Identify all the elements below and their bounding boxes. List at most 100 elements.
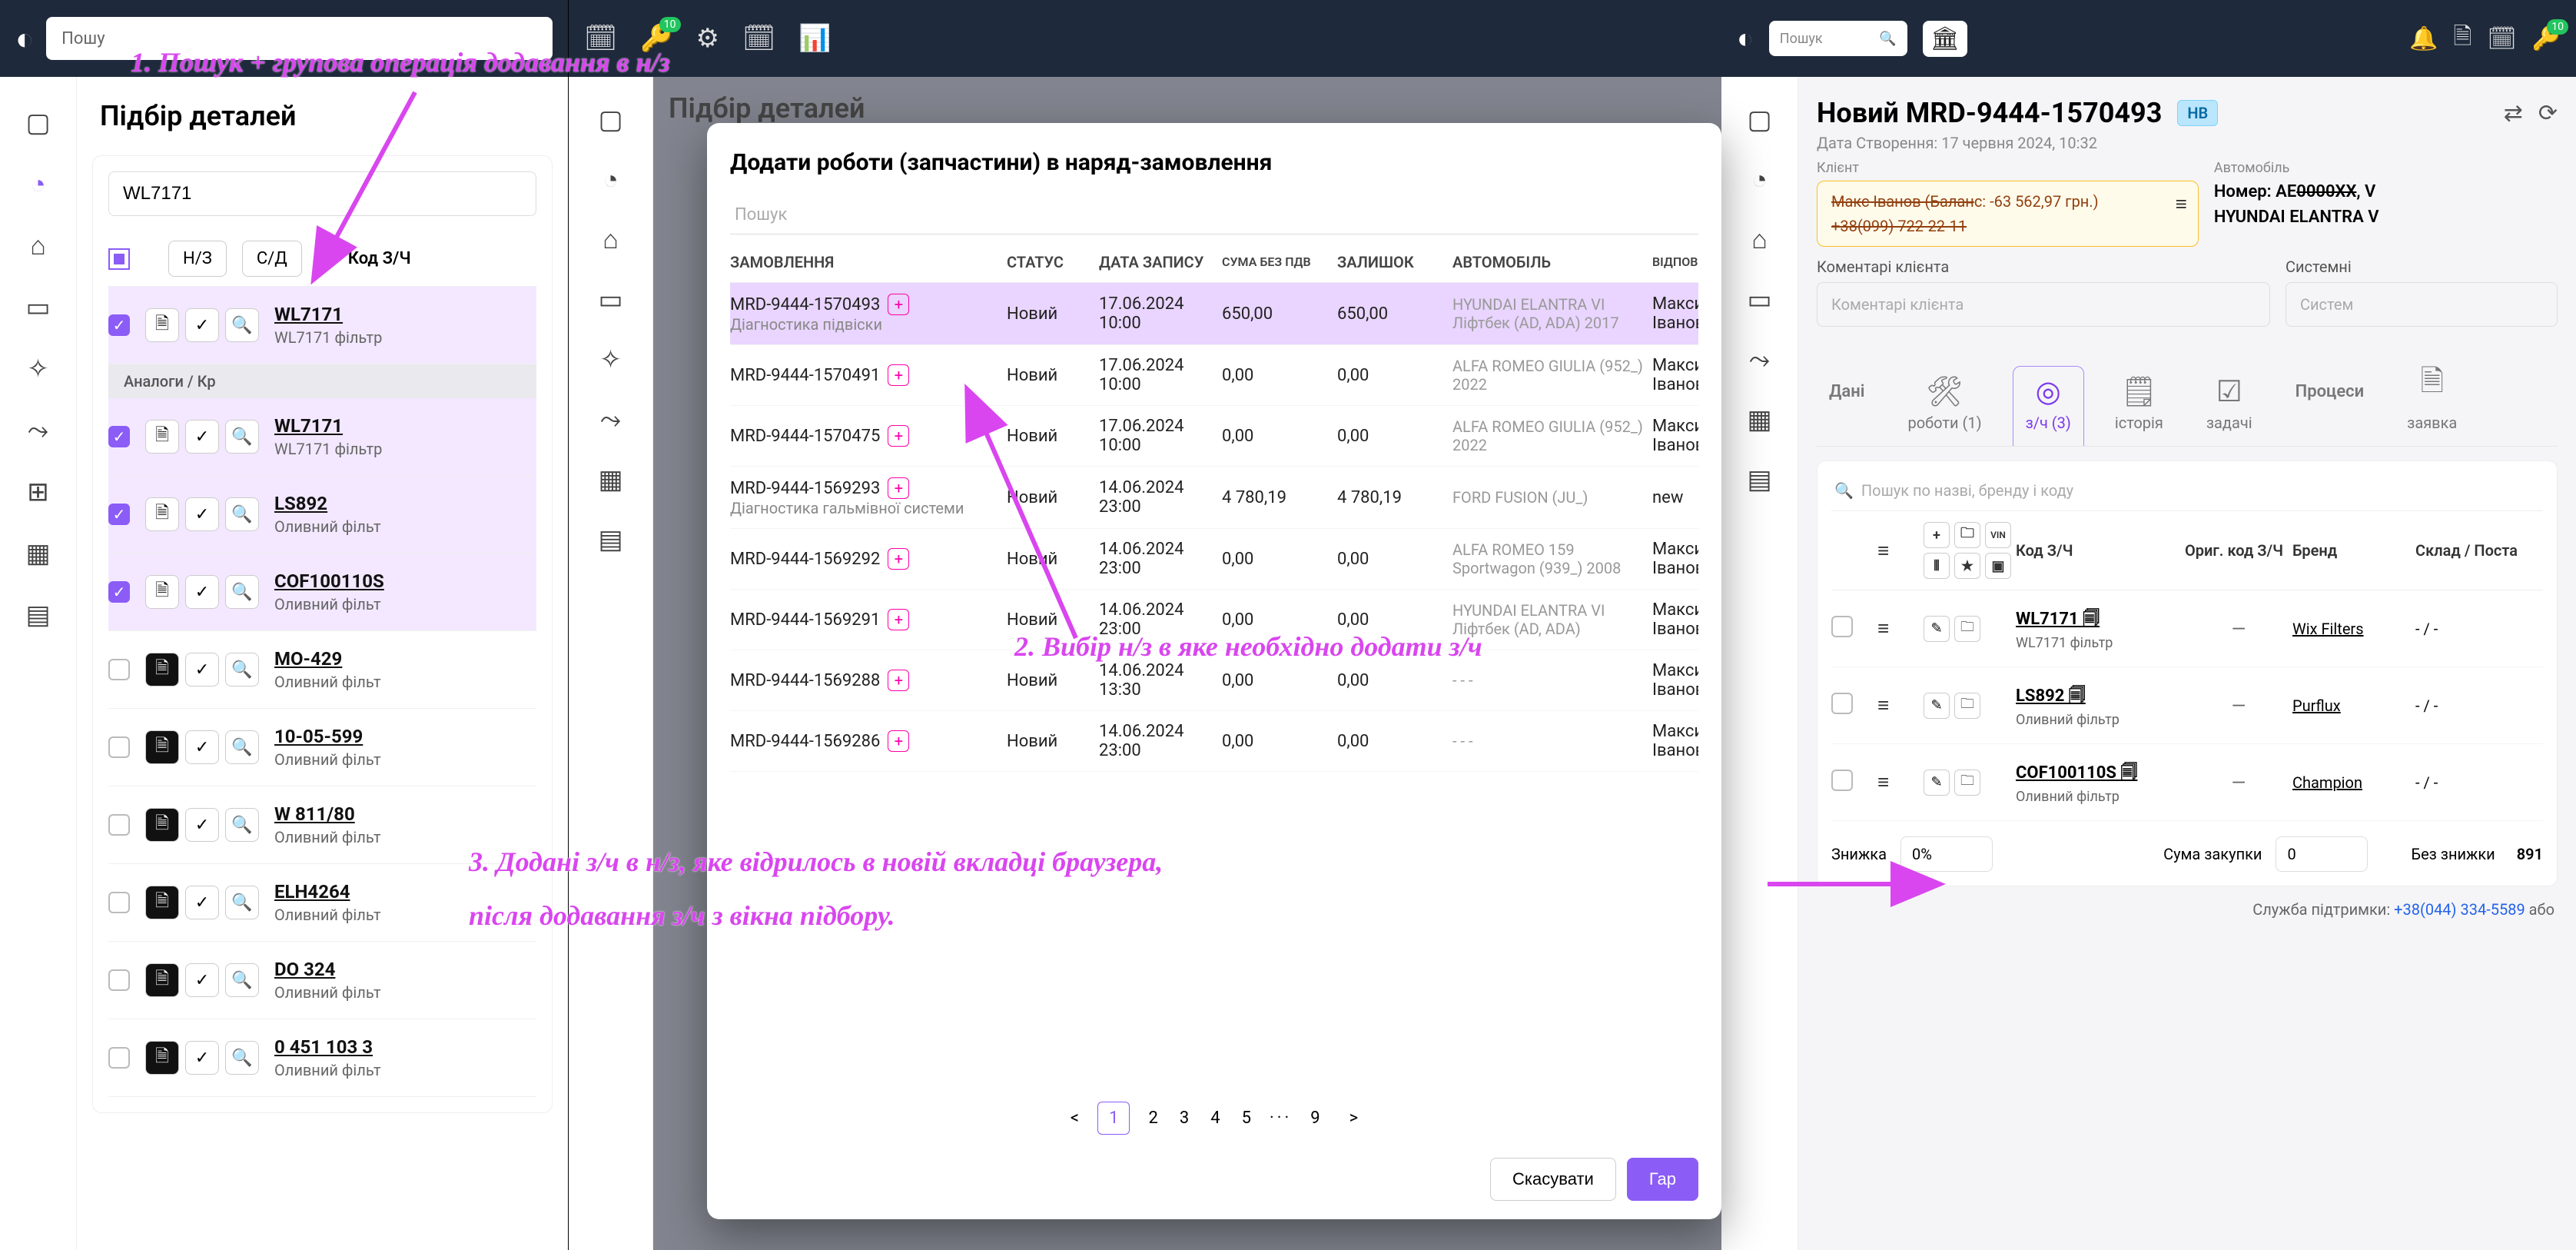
pager-prev[interactable]: < [1060,1102,1090,1134]
pager-last[interactable]: 9 [1300,1102,1330,1134]
ic-gear-icon[interactable]: ⚙ [696,23,719,54]
doc-icon[interactable]: 🗎 [145,497,179,531]
check-icon[interactable]: ✓ [185,730,219,764]
doc-icon[interactable]: 🗎 [145,653,179,687]
nav-card-icon[interactable]: ▭ [25,292,50,323]
part-code[interactable]: ELH4264 [274,881,381,903]
select-all-checkbox[interactable] [108,248,130,270]
comments-input[interactable]: Коментарі клієнта [1817,282,2270,327]
zoom-icon[interactable]: 🔍 [225,1041,259,1075]
nav-dashboard-icon[interactable]: ▢ [25,108,50,138]
nav2-people-icon[interactable]: ✧ [599,344,622,375]
order-part-row[interactable]: ≡ ✎🗀 LS892 🗐Оливний фільтр — Purflux - /… [1831,667,2543,744]
order-row[interactable]: MRD-9444-1569288+ Новий 14.06.202413:30 … [730,650,1698,711]
nav2-parts-icon[interactable]: ◔ [603,165,619,195]
pager-page[interactable]: 4 [1200,1102,1230,1134]
nav-box-icon[interactable]: ⌂ [30,231,46,261]
nav-window-icon[interactable]: ⊞ [27,477,49,507]
check-icon[interactable]: ✓ [185,963,219,997]
part-row[interactable]: 🗎✓🔍 DO 324Оливний фільт [108,942,536,1019]
support-phone[interactable]: +38(044) 334-5589 [2394,900,2525,919]
folder-icon[interactable]: 🗀 [1954,522,1980,548]
chip-nz[interactable]: Н/З [168,241,227,277]
nav2-chart-icon[interactable]: ⤳ [600,404,621,435]
check-icon[interactable]: ✓ [185,653,219,687]
swap-icon[interactable]: ⇄ [2504,100,2523,127]
nav-chart-icon[interactable]: ⤳ [28,415,48,446]
tab-dani[interactable]: Дані [1817,382,1877,415]
nav3-card-icon[interactable]: ▭ [1747,284,1771,315]
plus-icon[interactable]: + [888,670,909,691]
order-row[interactable]: MRD-9444-1570491+ Новий 17.06.202410:00 … [730,345,1698,406]
plus-icon[interactable]: + [888,294,909,315]
ic-cal2-icon[interactable]: 🗓 [742,23,775,54]
part-code[interactable]: WL7171 [274,304,382,325]
doc-icon[interactable]: 🗎 [145,808,179,842]
doc-icon[interactable]: 🗎 [145,886,179,919]
head-menu-icon[interactable]: ≡ [1877,539,1924,563]
plus-icon[interactable]: + [888,609,909,630]
pager-page[interactable]: 3 [1169,1102,1200,1134]
photo-icon[interactable]: ▣ [1985,553,2011,579]
prow-brand[interactable]: Champion [2292,773,2415,792]
nav-list-icon[interactable]: ▤ [25,600,50,630]
prow-menu-icon[interactable]: ≡ [1877,770,1924,794]
order-part-row[interactable]: ≡ ✎🗀 WL7171 🗐WL7171 фільтр — Wix Filters… [1831,590,2543,667]
zoom-icon[interactable]: 🔍 [225,308,259,342]
part-row[interactable]: 🗎✓🔍 10-05-599Оливний фільт [108,709,536,786]
row-checkbox[interactable] [108,814,130,836]
pager-next[interactable]: > [1339,1102,1369,1134]
zoom-icon[interactable]: 🔍 [225,730,259,764]
row-checkbox[interactable] [108,1047,130,1069]
nav2-dash-icon[interactable]: ▢ [598,105,622,135]
key-icon[interactable]: 🔑 [2532,25,2561,52]
barcode-icon[interactable]: ⦀ [1924,553,1950,579]
nav3-dash-icon[interactable]: ▢ [1747,105,1771,135]
doc-icon[interactable]: 🗎 [145,1041,179,1075]
tab-zayav[interactable]: 🗎заявка [2395,351,2469,446]
row-checkbox[interactable]: ✓ [108,504,130,525]
tab-history[interactable]: 🗒історія [2103,367,2176,446]
ic-calendar-icon[interactable]: 🗓 [584,23,617,54]
order-row[interactable]: MRD-9444-1570475+ Новий 17.06.202410:00 … [730,406,1698,467]
prow-checkbox[interactable] [1831,693,1853,714]
klient-box[interactable]: ≡ Макс Іванов (Баланс: -63 562,97 грн.) … [1817,181,2199,247]
nav-parts-icon[interactable]: ◔ [30,169,46,200]
pager-1[interactable]: 1 [1097,1102,1130,1135]
zoom-icon[interactable]: 🔍 [225,575,259,609]
nav3-grid-icon[interactable]: ▦ [1747,404,1771,435]
tab-procesy[interactable]: Процеси [2283,382,2377,415]
check-icon[interactable]: ✓ [185,308,219,342]
prow-menu-icon[interactable]: ≡ [1877,693,1924,717]
order-row[interactable]: MRD-9444-1570493+Діагностика підвіски Но… [730,283,1698,345]
nav2-card-icon[interactable]: ▭ [598,284,622,315]
ic-chart-icon[interactable]: 📊 [798,23,831,54]
vin-icon[interactable]: VIN [1985,522,2011,548]
zoom-icon[interactable]: 🔍 [225,420,259,454]
part-row[interactable]: 🗎✓🔍 MO-429Оливний фільт [108,631,536,709]
order-row[interactable]: MRD-9444-1569292+ Новий 14.06.202423:00 … [730,529,1698,590]
add-icon[interactable]: + [1924,522,1950,548]
row-checkbox[interactable] [108,736,130,758]
prow-code[interactable]: LS892 🗐 [2016,683,2185,712]
plus-icon[interactable]: + [888,364,909,386]
doc-icon[interactable]: 🗎 [145,963,179,997]
edit-icon[interactable]: ✎ [1924,693,1950,719]
sys-input[interactable]: Систем [2286,282,2558,327]
bell-icon[interactable]: 🔔 [2409,25,2438,52]
nav3-box-icon[interactable]: ⌂ [1751,224,1768,255]
plus-icon[interactable]: + [888,548,909,570]
star-icon[interactable]: ★ [1954,553,1980,579]
part-code[interactable]: W 811/80 [274,803,381,825]
global-search-1[interactable]: Пошу [46,17,553,60]
check-icon[interactable]: ✓ [185,575,219,609]
tab-zch[interactable]: ◎з/ч (3) [2013,366,2084,446]
photo2-icon[interactable]: 🗀 [1954,616,1980,642]
home-button[interactable]: 🏛 [1923,21,1967,57]
nav-people-icon[interactable]: ✧ [27,354,49,384]
zoom-icon[interactable]: 🔍 [225,808,259,842]
prow-code[interactable]: WL7171 🗐 [2016,606,2185,635]
order-row[interactable]: MRD-9444-1569286+ Новий 14.06.202423:00 … [730,711,1698,772]
prow-brand[interactable]: Purflux [2292,696,2415,715]
row-checkbox[interactable]: ✓ [108,314,130,336]
